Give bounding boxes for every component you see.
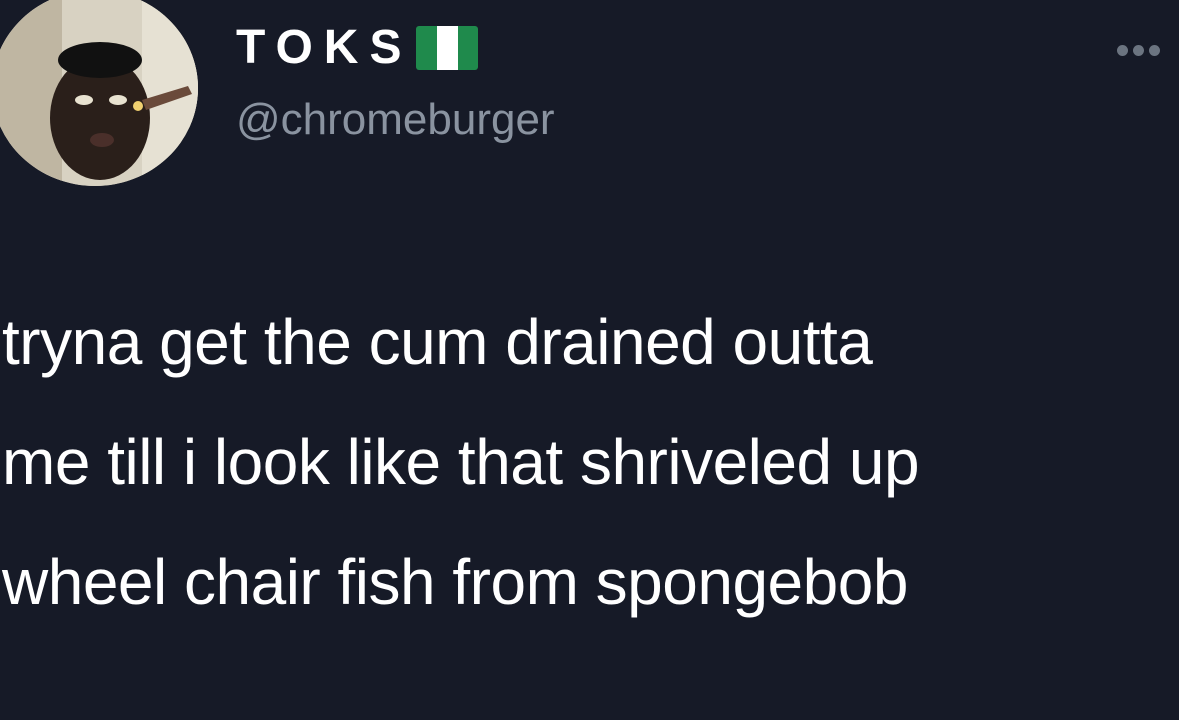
more-options-icon[interactable] bbox=[1117, 40, 1160, 60]
tweet-text: tryna get the cum drained outta me till … bbox=[2, 282, 1172, 642]
nigeria-flag-icon bbox=[416, 26, 479, 70]
name-row: TOKS bbox=[236, 18, 479, 78]
tweet-card: TOKS @chromeburger tryna get the cum dra… bbox=[0, 0, 1179, 720]
tweet-text-line: me till i look like that shriveled up bbox=[2, 426, 920, 498]
avatar-photo bbox=[0, 0, 198, 186]
tweet-text-line: wheel chair fish from spongebob bbox=[2, 546, 908, 618]
tweet-text-line: tryna get the cum drained outta bbox=[2, 306, 873, 378]
profile-avatar[interactable] bbox=[0, 0, 198, 186]
display-name[interactable]: TOKS bbox=[236, 18, 412, 78]
user-handle[interactable]: @chromeburger bbox=[236, 92, 555, 148]
